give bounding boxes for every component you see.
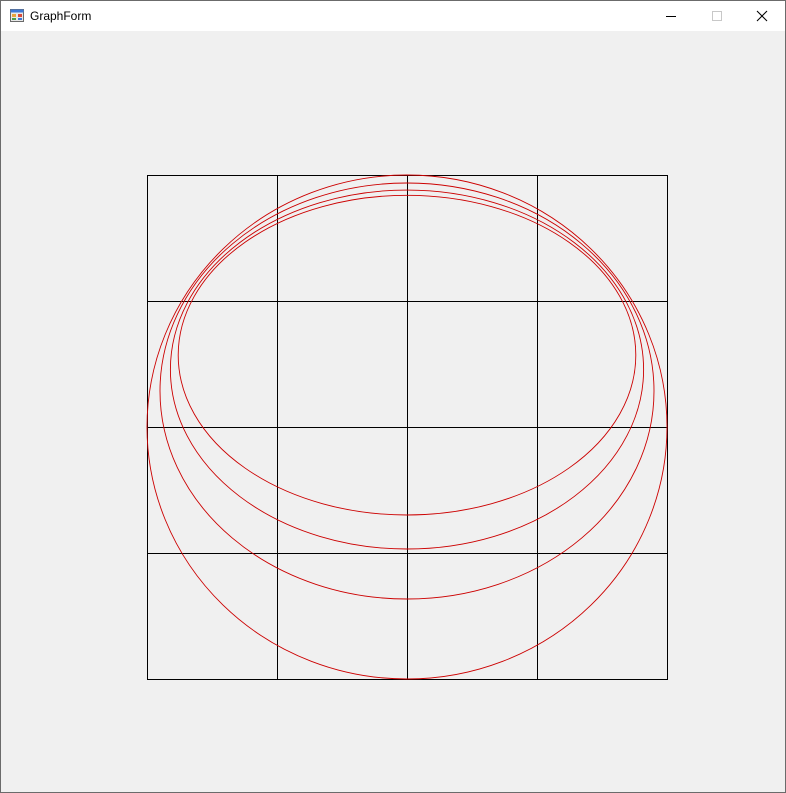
client-area — [1, 31, 785, 792]
maximize-button[interactable] — [694, 1, 740, 31]
app-window: GraphForm — [0, 0, 786, 793]
title-bar[interactable]: GraphForm — [1, 1, 785, 31]
window-title: GraphForm — [30, 9, 92, 23]
close-icon — [756, 10, 768, 22]
graph-canvas — [146, 174, 668, 680]
close-button[interactable] — [739, 1, 785, 31]
app-icon — [10, 9, 24, 22]
maximize-icon — [712, 11, 722, 21]
minimize-button[interactable] — [648, 1, 694, 31]
minimize-icon — [666, 16, 676, 17]
